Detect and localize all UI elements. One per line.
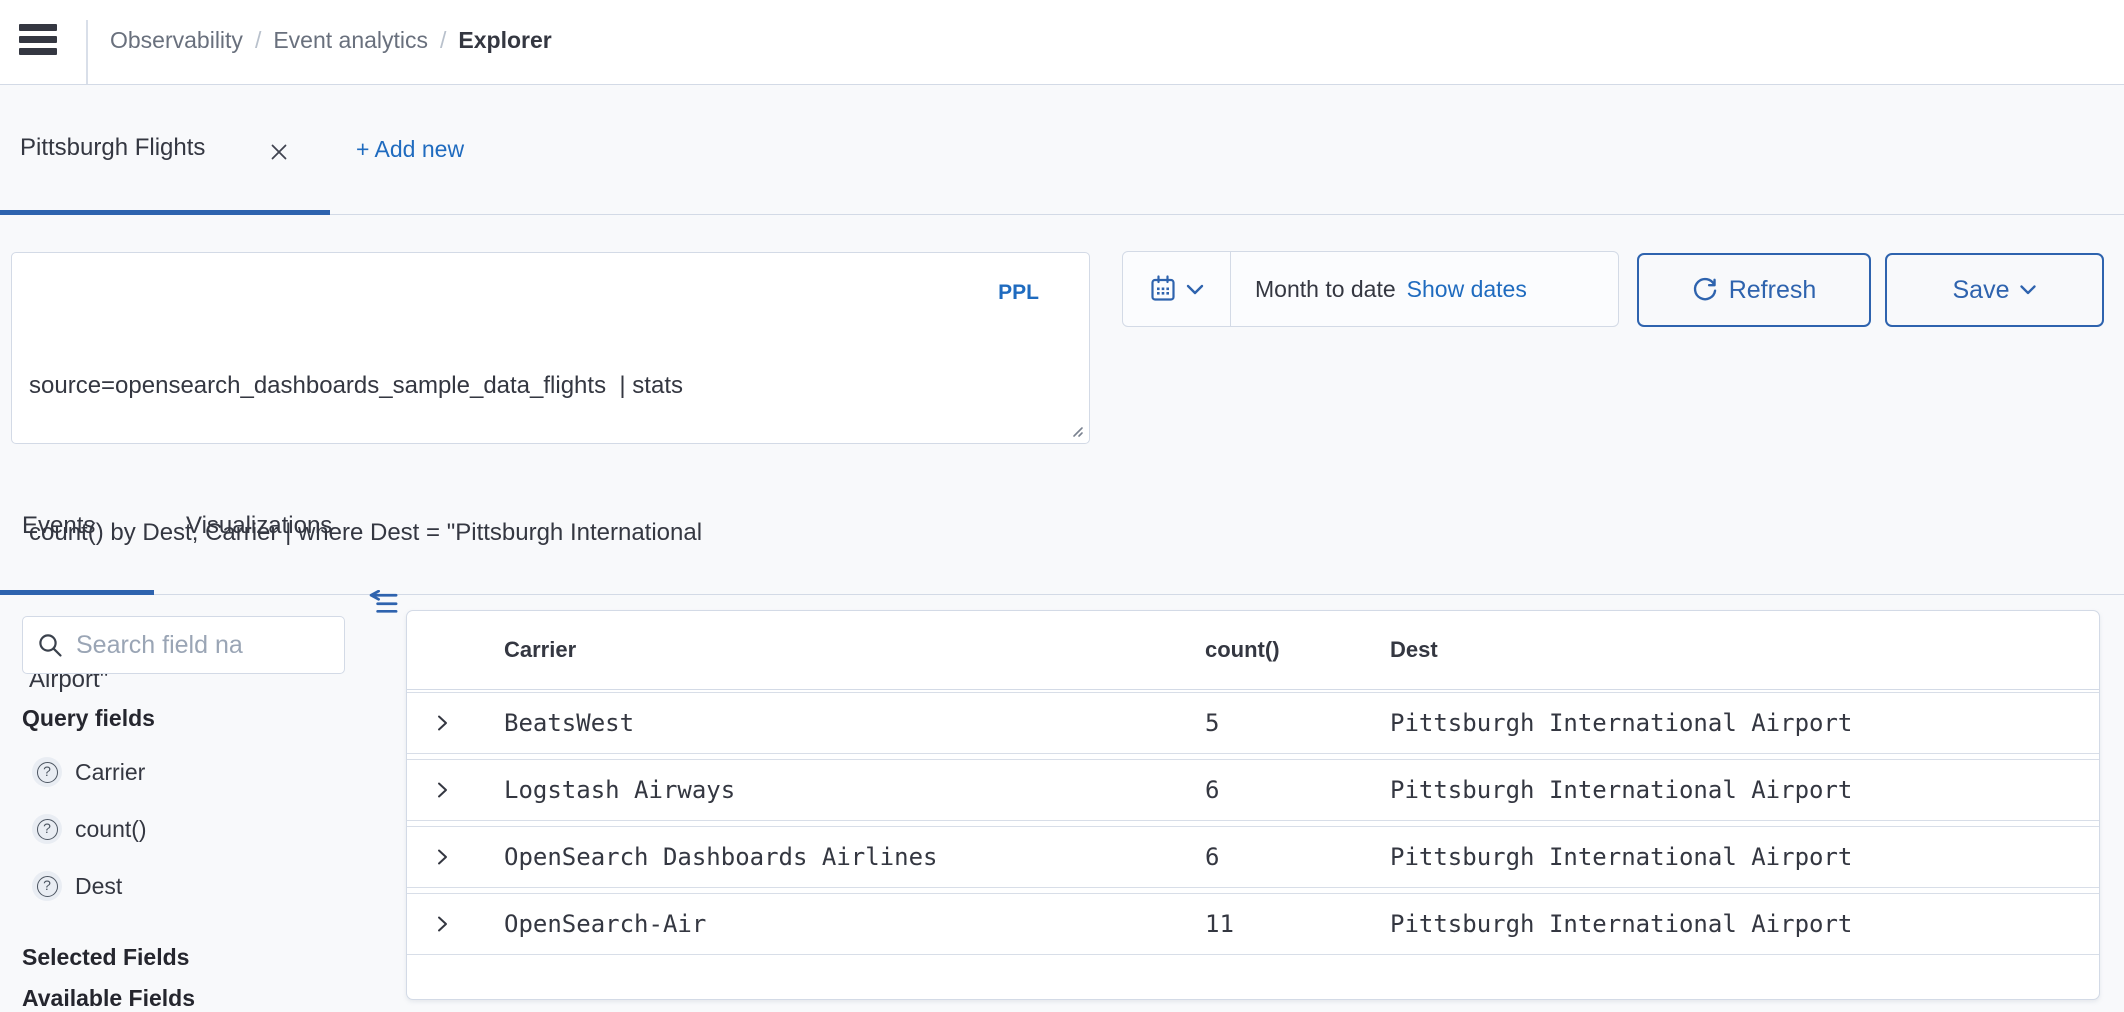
cell-dest: Pittsburgh International Airport — [1362, 709, 2099, 737]
table-row[interactable]: OpenSearch Dashboards Airlines 6 Pittsbu… — [407, 826, 2099, 888]
available-fields-heading: Available Fields — [22, 985, 195, 1012]
field-name: count() — [75, 816, 147, 843]
quick-select-button[interactable] — [1123, 252, 1231, 326]
cell-dest: Pittsburgh International Airport — [1362, 776, 2099, 804]
refresh-icon — [1692, 277, 1718, 303]
expand-row-icon[interactable] — [431, 913, 453, 935]
calendar-icon — [1149, 275, 1177, 303]
expand-row-icon[interactable] — [431, 779, 453, 801]
header-divider — [86, 20, 88, 84]
tab-events[interactable]: Events — [22, 512, 95, 540]
field-item[interactable]: ? Carrier — [32, 757, 147, 787]
breadcrumb-observability[interactable]: Observability — [110, 27, 243, 54]
selected-fields-heading: Selected Fields — [22, 944, 189, 971]
question-in-circle-icon: ? — [32, 871, 62, 901]
cell-count: 6 — [1177, 843, 1362, 871]
ppl-language-link[interactable]: PPL — [998, 281, 1039, 305]
column-header-count[interactable]: count() — [1177, 637, 1362, 663]
tab-pittsburgh-flights[interactable]: Pittsburgh Flights — [20, 134, 205, 162]
close-tab-icon[interactable] — [266, 139, 292, 165]
breadcrumb-separator: / — [440, 27, 446, 54]
column-header-dest[interactable]: Dest — [1362, 637, 2099, 663]
results-table: Carrier count() Dest BeatsWest 5 Pittsbu… — [406, 610, 2100, 1000]
column-header-carrier[interactable]: Carrier — [477, 637, 1177, 663]
field-name: Dest — [75, 873, 122, 900]
cell-count: 5 — [1177, 709, 1362, 737]
cell-carrier: OpenSearch Dashboards Airlines — [477, 843, 1177, 871]
refresh-button-label: Refresh — [1729, 276, 1817, 305]
table-header: Carrier count() Dest — [407, 611, 2099, 690]
cell-carrier: BeatsWest — [477, 709, 1177, 737]
active-tab-underline — [0, 210, 330, 215]
field-search — [22, 616, 345, 674]
textarea-resize-handle[interactable] — [1068, 422, 1084, 438]
table-body: BeatsWest 5 Pittsburgh International Air… — [407, 690, 2099, 955]
expand-row-icon[interactable] — [431, 712, 453, 734]
question-in-circle-icon: ? — [32, 757, 62, 787]
field-name: Carrier — [75, 759, 145, 786]
breadcrumb-event-analytics[interactable]: Event analytics — [273, 27, 428, 54]
query-fields-list: ? Carrier ? count() ? Dest — [32, 757, 147, 901]
question-in-circle-icon: ? — [32, 814, 62, 844]
top-header: Observability / Event analytics / Explor… — [0, 0, 2124, 85]
refresh-button[interactable]: Refresh — [1637, 253, 1871, 327]
breadcrumb-separator: / — [255, 27, 261, 54]
cell-carrier: OpenSearch-Air — [477, 910, 1177, 938]
cell-count: 11 — [1177, 910, 1362, 938]
table-row[interactable]: Logstash Airways 6 Pittsburgh Internatio… — [407, 759, 2099, 821]
chevron-down-icon — [1186, 284, 1204, 295]
date-range-display: Month to date Show dates — [1231, 252, 1618, 326]
expand-row-icon[interactable] — [431, 846, 453, 868]
query-fields-heading: Query fields — [22, 705, 155, 732]
table-row[interactable]: BeatsWest 5 Pittsburgh International Air… — [407, 692, 2099, 754]
breadcrumb: Observability / Event analytics / Explor… — [110, 0, 552, 80]
table-row[interactable]: OpenSearch-Air 11 Pittsburgh Internation… — [407, 893, 2099, 955]
save-button-label: Save — [1953, 276, 2010, 305]
chevron-down-icon — [2020, 285, 2036, 295]
collapse-sidebar-icon[interactable] — [366, 590, 399, 614]
show-dates-link[interactable]: Show dates — [1407, 276, 1527, 303]
cell-count: 6 — [1177, 776, 1362, 804]
cell-dest: Pittsburgh International Airport — [1362, 910, 2099, 938]
explorer-app: Observability / Event analytics / Explor… — [0, 0, 2124, 1012]
menu-icon[interactable] — [19, 24, 57, 57]
query-input[interactable]: source=opensearch_dashboards_sample_data… — [11, 252, 1090, 444]
date-picker: Month to date Show dates — [1122, 251, 1619, 327]
cell-carrier: Logstash Airways — [477, 776, 1177, 804]
add-new-tab-button[interactable]: + Add new — [356, 136, 464, 163]
save-button[interactable]: Save — [1885, 253, 2104, 327]
field-item[interactable]: ? count() — [32, 814, 147, 844]
search-icon — [37, 632, 64, 659]
cell-dest: Pittsburgh International Airport — [1362, 843, 2099, 871]
breadcrumb-explorer: Explorer — [458, 27, 551, 54]
tab-visualizations[interactable]: Visualizations — [186, 512, 332, 540]
field-item[interactable]: ? Dest — [32, 871, 147, 901]
events-tab-underline — [0, 590, 154, 595]
date-range-label[interactable]: Month to date — [1255, 276, 1396, 303]
search-input[interactable] — [64, 630, 334, 661]
